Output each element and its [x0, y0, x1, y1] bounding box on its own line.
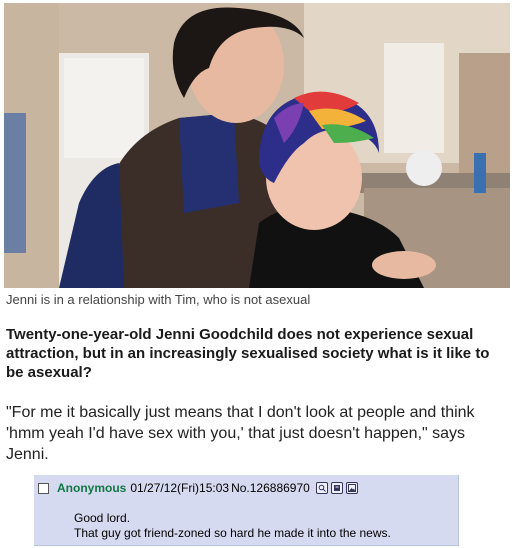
search-icon[interactable] [315, 482, 328, 494]
post-message: Good lord. That guy got friend-zoned so … [74, 511, 391, 541]
archive-icon[interactable] [330, 482, 343, 494]
couple-photo-illustration [4, 3, 510, 288]
post-header: Anonymous 01/27/12(Fri)15:03 No.12688697… [38, 481, 361, 495]
reply-post: Anonymous 01/27/12(Fri)15:03 No.12688697… [34, 475, 459, 546]
image-icon[interactable] [345, 482, 358, 494]
article-quote: "For me it basically just means that I d… [6, 404, 475, 463]
article-lead: Twenty-one-year-old Jenni Goodchild does… [6, 326, 490, 381]
poster-name: Anonymous [57, 481, 127, 495]
post-number-link[interactable]: No.126886970 [231, 481, 310, 495]
article-photo [4, 3, 510, 288]
photo-caption: Jenni is in a relationship with Tim, who… [6, 292, 311, 307]
post-datetime: 01/27/12(Fri)15:03 [130, 481, 230, 495]
post-line: Good lord. [74, 511, 131, 525]
post-line: That guy got friend-zoned so hard he mad… [74, 526, 391, 540]
post-select-checkbox[interactable] [38, 482, 49, 494]
